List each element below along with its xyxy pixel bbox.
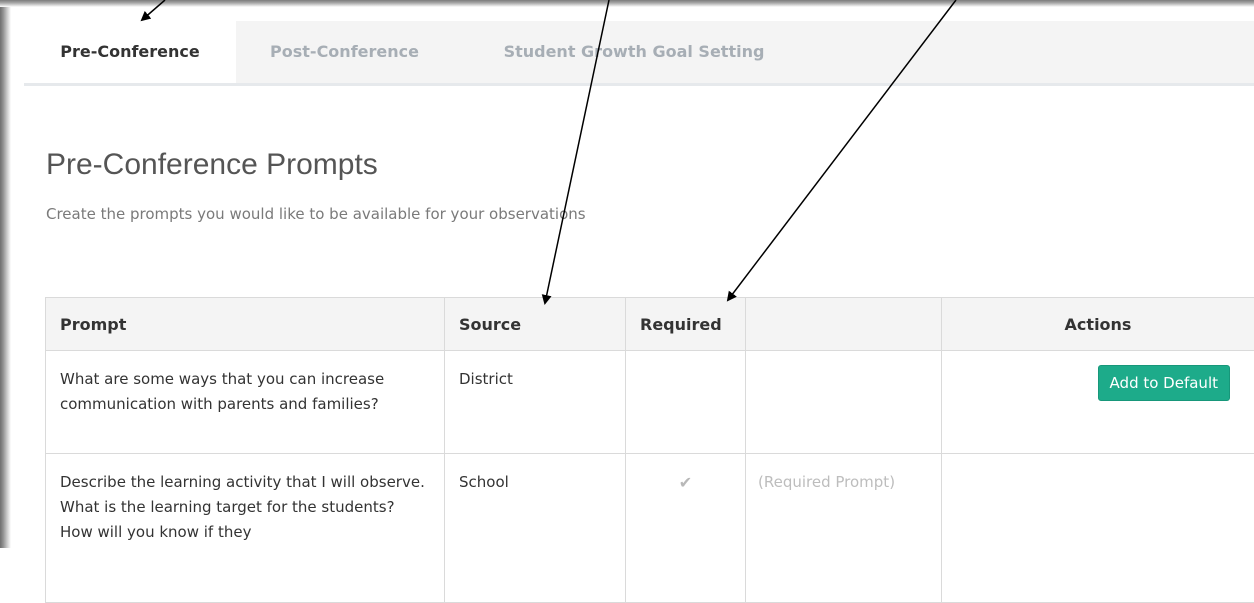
column-header-blank	[746, 298, 942, 351]
column-header-actions: Actions	[942, 298, 1254, 351]
tab-student-growth-goal-setting[interactable]: Student Growth Goal Setting	[454, 21, 814, 83]
add-to-default-button[interactable]: Add to Default	[1098, 365, 1230, 401]
prompts-table: Prompt Source Required Actions What are …	[45, 297, 1254, 603]
source-cell: District	[445, 351, 626, 454]
page-title: Pre-Conference Prompts	[46, 148, 378, 182]
actions-cell	[942, 454, 1254, 603]
table-row: Describe the learning activity that I wi…	[46, 454, 1254, 603]
tab-post-conference[interactable]: Post-Conference	[236, 21, 453, 83]
column-header-required[interactable]: Required	[626, 298, 746, 351]
tab-pre-conference[interactable]: Pre-Conference	[24, 21, 236, 87]
screenshot-frame-left	[0, 0, 11, 548]
source-cell: School	[445, 454, 626, 603]
required-cell	[626, 351, 746, 454]
prompt-cell: What are some ways that you can increase…	[46, 351, 445, 454]
prompt-cell: Describe the learning activity that I wi…	[46, 454, 445, 603]
table-row: What are some ways that you can increase…	[46, 351, 1254, 454]
tab-bar: Pre-Conference Post-Conference Student G…	[24, 21, 1254, 83]
required-prompt-note: (Required Prompt)	[746, 454, 942, 603]
actions-cell: Add to Default	[942, 351, 1254, 454]
page-subtitle: Create the prompts you would like to be …	[46, 205, 586, 223]
required-cell: ✔	[626, 454, 746, 603]
column-header-source[interactable]: Source	[445, 298, 626, 351]
table-header-row: Prompt Source Required Actions	[46, 298, 1254, 351]
tab-bar-divider	[24, 83, 1254, 86]
note-cell	[746, 351, 942, 454]
column-header-prompt[interactable]: Prompt	[46, 298, 445, 351]
screenshot-frame-top	[0, 0, 1254, 7]
checkmark-icon: ✔	[679, 473, 692, 492]
